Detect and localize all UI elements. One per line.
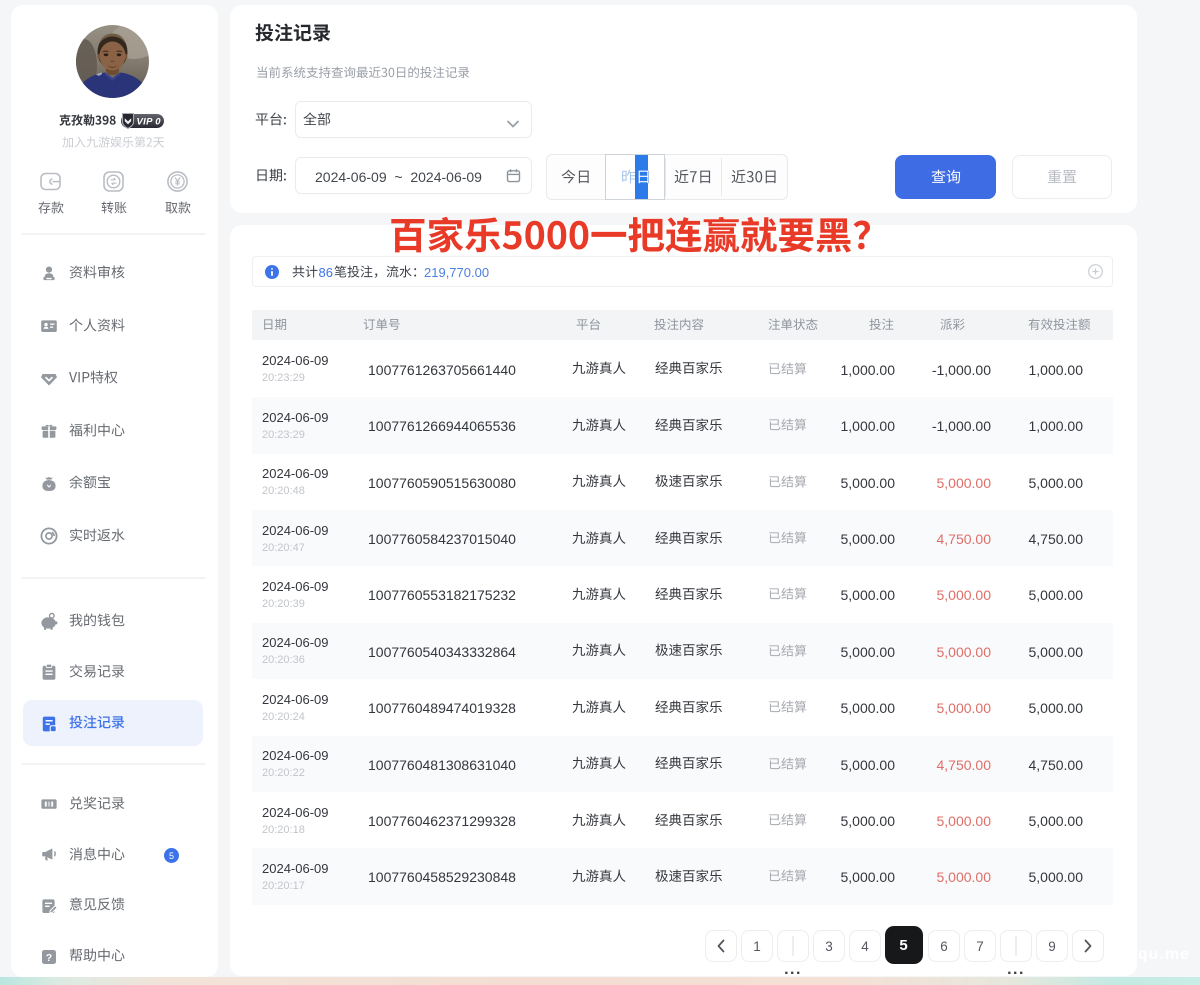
svg-text:?: ? (46, 952, 52, 964)
svg-text:5: 5 (169, 851, 174, 861)
svg-text:VIP 0: VIP 0 (137, 117, 162, 128)
